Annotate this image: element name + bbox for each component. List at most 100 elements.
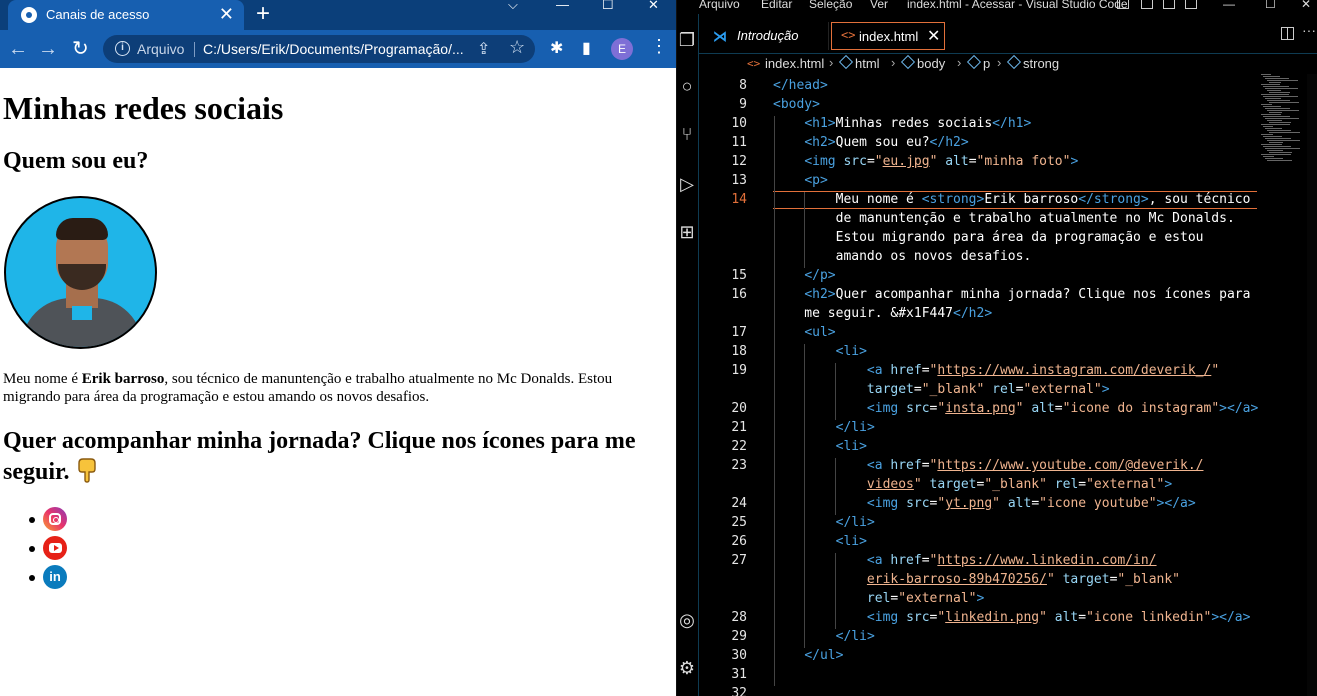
editor-scrollbar[interactable]	[1307, 74, 1317, 696]
code-line[interactable]: <a href="https://www.youtube.com/@deveri…	[773, 458, 1204, 473]
breadcrumb-p[interactable]: p	[966, 54, 990, 71]
browser-tab[interactable]: Canais de acesso ✕	[8, 0, 244, 30]
tab-label: index.html	[859, 29, 919, 44]
bookmark-star-icon[interactable]: ☆	[509, 37, 525, 58]
address-url[interactable]: C:/Users/Erik/Documents/Programação/...	[203, 41, 465, 57]
run-debug-icon[interactable]: ▷	[677, 174, 697, 196]
code-editor[interactable]: 8 </head> 9 <body> 10 <h1>Minhas redes socia…	[699, 76, 1258, 696]
code-line[interactable]: </ul>	[773, 648, 843, 663]
extensions-icon[interactable]: ✱	[550, 38, 563, 58]
code-line[interactable]: <img src="eu.jpg" alt="minha foto">	[773, 154, 1078, 169]
maximize-icon[interactable]: ☐	[1265, 0, 1276, 11]
menu-ver[interactable]: Ver	[870, 0, 888, 11]
layout-icon[interactable]	[1141, 0, 1153, 9]
globe-icon	[21, 7, 37, 23]
settings-gear-icon[interactable]: ⚙	[677, 658, 697, 680]
line-number: 15	[731, 268, 747, 283]
code-line[interactable]: </head>	[773, 78, 828, 93]
source-control-icon[interactable]: ⑂	[677, 124, 697, 146]
code-line[interactable]: <li>	[773, 534, 867, 549]
tab-index-html[interactable]: <> index.html ✕	[831, 22, 945, 50]
share-icon[interactable]: ⇪	[477, 39, 490, 59]
explorer-icon[interactable]: ❐	[677, 30, 697, 52]
minimap-line	[1263, 76, 1280, 77]
code-line[interactable]: </li>	[773, 629, 875, 644]
photo-shirt	[72, 306, 92, 320]
indent-guide	[835, 363, 836, 420]
minimap-line	[1261, 154, 1291, 155]
side-panel-icon[interactable]: ▮	[582, 38, 591, 58]
code-line[interactable]: videos" target="_blank" rel="external">	[773, 477, 1172, 492]
minimap-line	[1261, 104, 1272, 105]
code-line[interactable]: <ul>	[773, 325, 835, 340]
tab-close-icon[interactable]: ✕	[219, 4, 234, 24]
split-editor-icon[interactable]	[1281, 27, 1294, 40]
account-icon[interactable]: ◎	[677, 610, 697, 632]
layout-icon[interactable]	[1117, 0, 1129, 9]
code-line[interactable]: <li>	[773, 344, 867, 359]
code-line[interactable]: <h1>Minhas redes sociais</h1>	[773, 116, 1031, 131]
element-icon	[1006, 54, 1022, 70]
info-icon[interactable]: i	[115, 41, 130, 56]
code-line[interactable]: Estou migrando para área da programação …	[773, 230, 1204, 245]
code-line[interactable]: <p>	[773, 173, 827, 188]
menu-selecao[interactable]: Seleção	[809, 0, 852, 11]
tab-close-icon[interactable]: ✕	[927, 26, 940, 46]
profile-avatar[interactable]: E	[611, 38, 633, 60]
code-line[interactable]: </li>	[773, 515, 875, 530]
pointing-down-emoji-icon	[78, 458, 97, 483]
minimap-line	[1269, 82, 1281, 83]
breadcrumb-html[interactable]: html	[838, 54, 880, 71]
menu-editar[interactable]: Editar	[761, 0, 792, 11]
minimap-line	[1263, 126, 1273, 127]
address-bar[interactable]: i Arquivo C:/Users/Erik/Documents/Progra…	[103, 35, 535, 63]
maximize-icon[interactable]: ☐	[602, 0, 614, 14]
code-line[interactable]: <img src="insta.png" alt="icone do insta…	[773, 401, 1258, 416]
minimize-icon[interactable]: —	[556, 0, 569, 14]
code-line[interactable]: <img src="linkedin.png" alt="icone linke…	[773, 610, 1251, 625]
tab-search-icon[interactable]: ⌵	[508, 0, 518, 14]
code-line[interactable]: <body>	[773, 97, 820, 112]
code-line[interactable]: </p>	[773, 268, 835, 283]
minimize-icon[interactable]: —	[1223, 0, 1235, 11]
code-line[interactable]: de manuntenção e trabalho atualmente no …	[773, 211, 1235, 226]
minimap-line	[1267, 100, 1290, 101]
layout-icon[interactable]	[1163, 0, 1175, 9]
line-number: 11	[731, 135, 747, 150]
breadcrumb-body[interactable]: body	[900, 54, 945, 71]
code-line[interactable]: <a href="https://www.linkedin.com/in/	[773, 553, 1157, 568]
back-icon[interactable]: ←	[8, 38, 28, 60]
more-actions-icon[interactable]: ···	[1302, 22, 1316, 38]
code-line[interactable]: Meu nome é <strong>Erik barroso</strong>…	[773, 192, 1251, 207]
breadcrumb-strong[interactable]: strong	[1006, 54, 1059, 71]
reload-icon[interactable]: ↻	[72, 38, 89, 60]
breadcrumb-file[interactable]: index.html	[765, 56, 824, 71]
instagram-icon[interactable]	[43, 507, 67, 531]
close-icon[interactable]: ✕	[648, 0, 659, 14]
layout-icon[interactable]	[1185, 0, 1197, 9]
menu-icon[interactable]: ⋮	[650, 36, 668, 57]
code-line[interactable]: <li>	[773, 439, 867, 454]
line-number: 24	[731, 496, 747, 511]
extensions-icon[interactable]: ⊞	[677, 222, 697, 244]
search-icon[interactable]: ○	[677, 76, 697, 98]
close-icon[interactable]: ✕	[1301, 0, 1311, 11]
menu-arquivo[interactable]: Arquivo	[699, 0, 740, 11]
code-line[interactable]: amando os novos desafios.	[773, 249, 1032, 264]
vscode-logo-icon: ⋊	[713, 28, 727, 44]
tab-introducao[interactable]: ⋊ Introdução	[711, 22, 829, 50]
code-line[interactable]: <a href="https://www.instagram.com/dever…	[773, 363, 1219, 378]
code-line[interactable]: <h2>Quem sou eu?</h2>	[773, 135, 968, 150]
code-line[interactable]: <img src="yt.png" alt="icone youtube"></…	[773, 496, 1196, 511]
code-line[interactable]: target="_blank" rel="external">	[773, 382, 1110, 397]
linkedin-icon[interactable]: in	[43, 565, 67, 589]
code-line[interactable]: <h2>Quer acompanhar minha jornada? Cliqu…	[773, 287, 1250, 302]
youtube-icon[interactable]	[43, 536, 67, 560]
forward-icon[interactable]: →	[38, 38, 58, 60]
minimap[interactable]	[1261, 74, 1301, 174]
line-number: 29	[731, 629, 747, 644]
code-line[interactable]: me seguir. &#x1F447</h2>	[773, 306, 992, 321]
minimap-line	[1263, 116, 1290, 117]
new-tab-button[interactable]: +	[256, 1, 270, 27]
code-line[interactable]: </li>	[773, 420, 875, 435]
